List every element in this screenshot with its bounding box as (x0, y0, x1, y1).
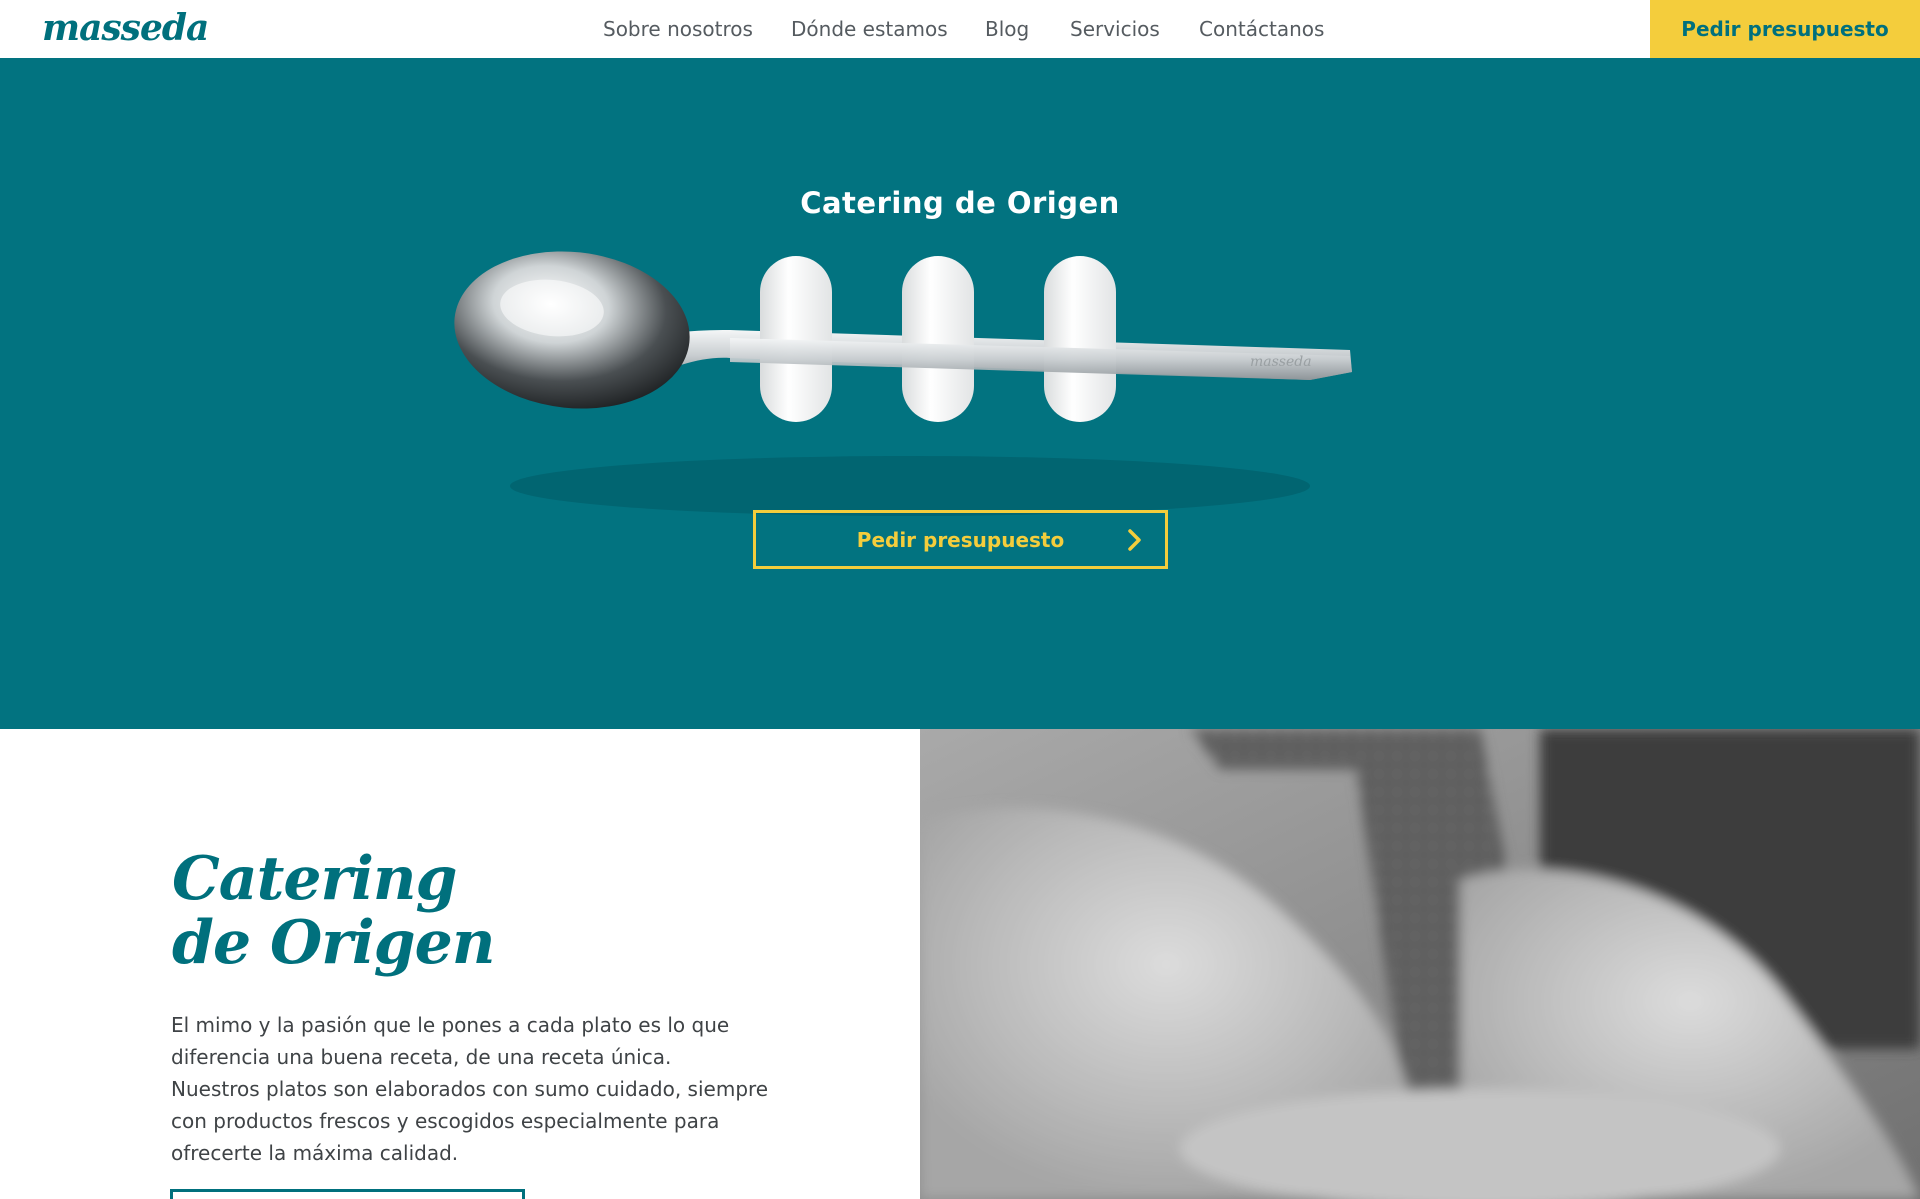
chevron-right-icon (1128, 529, 1141, 551)
nav-servicios[interactable]: Servicios (1070, 17, 1160, 41)
photo-illustration (920, 729, 1920, 1199)
nav-sobre-nosotros[interactable]: Sobre nosotros (603, 17, 753, 41)
nav-blog[interactable]: Blog (985, 17, 1029, 41)
about-paragraph: El mimo y la pasión que le pones a cada … (171, 1009, 771, 1169)
about-paragraph-line: con productos frescos y escogidos especi… (171, 1109, 720, 1133)
ribbon-loop-3 (1044, 256, 1116, 422)
about-button-partial[interactable] (170, 1189, 525, 1199)
about-text-panel: Catering de Origen El mimo y la pasión q… (0, 729, 920, 1199)
hero-title: Catering de Origen (800, 186, 1120, 220)
about-section: Catering de Origen El mimo y la pasión q… (0, 729, 1920, 1199)
about-paragraph-line: El mimo y la pasión que le pones a cada … (171, 1013, 730, 1037)
nav-contactanos[interactable]: Contáctanos (1199, 17, 1324, 41)
spoon-engraving: masseda (1250, 354, 1312, 370)
about-paragraph-line: diferencia una buena receta, de una rece… (171, 1045, 672, 1069)
site-header: masseda Sobre nosotros Dónde estamos Blo… (0, 0, 1920, 58)
hero-quote-button[interactable]: Pedir presupuesto (753, 510, 1168, 569)
hero-quote-button-label: Pedir presupuesto (856, 527, 1065, 552)
about-heading-line-1: Catering (172, 844, 458, 914)
kneading-dough-photo (920, 729, 1920, 1199)
about-heading: Catering de Origen (172, 847, 872, 975)
about-paragraph-line: ofrecerte la máxima calidad. (171, 1141, 459, 1165)
about-heading-line-2: de Origen (172, 908, 495, 978)
photo-sleeve (1190, 729, 1390, 769)
about-paragraph-line: Nuestros platos son elaborados con sumo … (171, 1077, 769, 1101)
ribbon-loop-2 (902, 256, 974, 422)
spoon-shadow (510, 456, 1310, 516)
header-quote-button[interactable]: Pedir presupuesto (1650, 0, 1920, 58)
nav-donde-estamos[interactable]: Dónde estamos (791, 17, 948, 41)
brand-logo[interactable]: masseda (42, 4, 209, 52)
hero-section: Catering de Origen masseda Pedir presupu… (0, 58, 1920, 729)
ribbon-loop-1 (760, 256, 832, 422)
